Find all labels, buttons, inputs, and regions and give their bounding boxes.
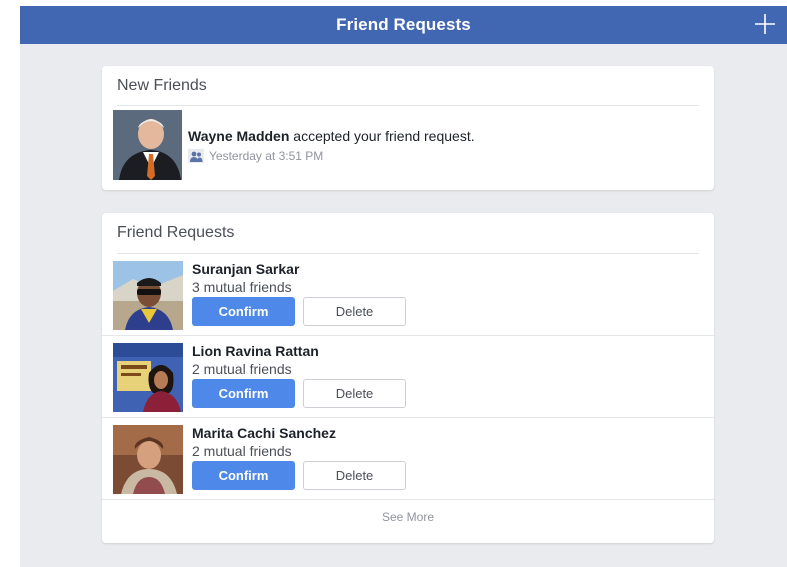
see-more-link[interactable]: See More <box>102 510 714 524</box>
mutual-friends[interactable]: 2 mutual friends <box>192 361 292 377</box>
request-row: Lion Ravina Rattan 2 mutual friends Conf… <box>102 336 714 417</box>
navbar: Friend Requests <box>20 6 787 44</box>
new-friend-message: Wayne Madden accepted your friend reques… <box>188 128 475 144</box>
delete-button[interactable]: Delete <box>303 461 406 490</box>
plus-icon[interactable] <box>751 10 779 38</box>
page-title: Friend Requests <box>336 15 471 34</box>
friend-requests-header: Friend Requests <box>117 224 235 241</box>
avatar[interactable] <box>113 261 183 330</box>
delete-button[interactable]: Delete <box>303 297 406 326</box>
mutual-friends[interactable]: 2 mutual friends <box>192 443 292 459</box>
new-friend-time: Yesterday at 3:51 PM <box>209 149 324 163</box>
mutual-friends[interactable]: 3 mutual friends <box>192 279 292 295</box>
confirm-button[interactable]: Confirm <box>192 379 295 408</box>
confirm-button[interactable]: Confirm <box>192 297 295 326</box>
avatar[interactable] <box>113 425 183 494</box>
friends-icon <box>188 149 204 163</box>
avatar[interactable] <box>113 343 183 412</box>
new-friends-card: New Friends Wayne Madden accepted your f… <box>102 66 714 190</box>
confirm-button[interactable]: Confirm <box>192 461 295 490</box>
delete-button[interactable]: Delete <box>303 379 406 408</box>
request-name[interactable]: Lion Ravina Rattan <box>192 343 319 359</box>
new-friend-meta: Yesterday at 3:51 PM <box>188 149 323 163</box>
app-frame: Friend Requests New Friends Wayne Madden… <box>20 6 787 567</box>
friend-requests-card: Friend Requests Suranjan Sarkar 3 mutual… <box>102 213 714 543</box>
divider <box>117 105 699 106</box>
new-friends-header: New Friends <box>117 77 207 94</box>
avatar[interactable] <box>113 110 182 180</box>
request-name[interactable]: Marita Cachi Sanchez <box>192 425 336 441</box>
request-name[interactable]: Suranjan Sarkar <box>192 261 299 277</box>
new-friend-action: accepted your friend request. <box>289 128 475 144</box>
request-row: Suranjan Sarkar 3 mutual friends Confirm… <box>102 254 714 335</box>
new-friend-name[interactable]: Wayne Madden <box>188 128 289 144</box>
divider <box>102 499 714 500</box>
request-row: Marita Cachi Sanchez 2 mutual friends Co… <box>102 418 714 499</box>
